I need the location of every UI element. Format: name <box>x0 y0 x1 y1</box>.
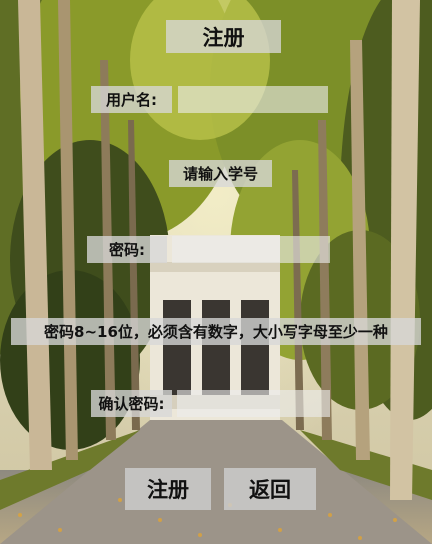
confirm-password-label: 确认密码: <box>91 390 172 417</box>
password-label: 密码: <box>87 236 167 263</box>
page-title: 注册 <box>166 20 281 53</box>
password-input[interactable] <box>172 236 330 263</box>
username-hint: 请输入学号 <box>169 160 272 187</box>
confirm-password-input[interactable] <box>177 390 330 417</box>
username-input[interactable] <box>178 86 328 113</box>
back-button[interactable]: 返回 <box>224 468 316 510</box>
register-button[interactable]: 注册 <box>125 468 211 510</box>
background-photo <box>0 0 432 544</box>
username-label: 用户名: <box>91 86 172 113</box>
password-hint: 密码8~16位，必须含有数字，大小写字母至少一种 <box>11 318 421 345</box>
